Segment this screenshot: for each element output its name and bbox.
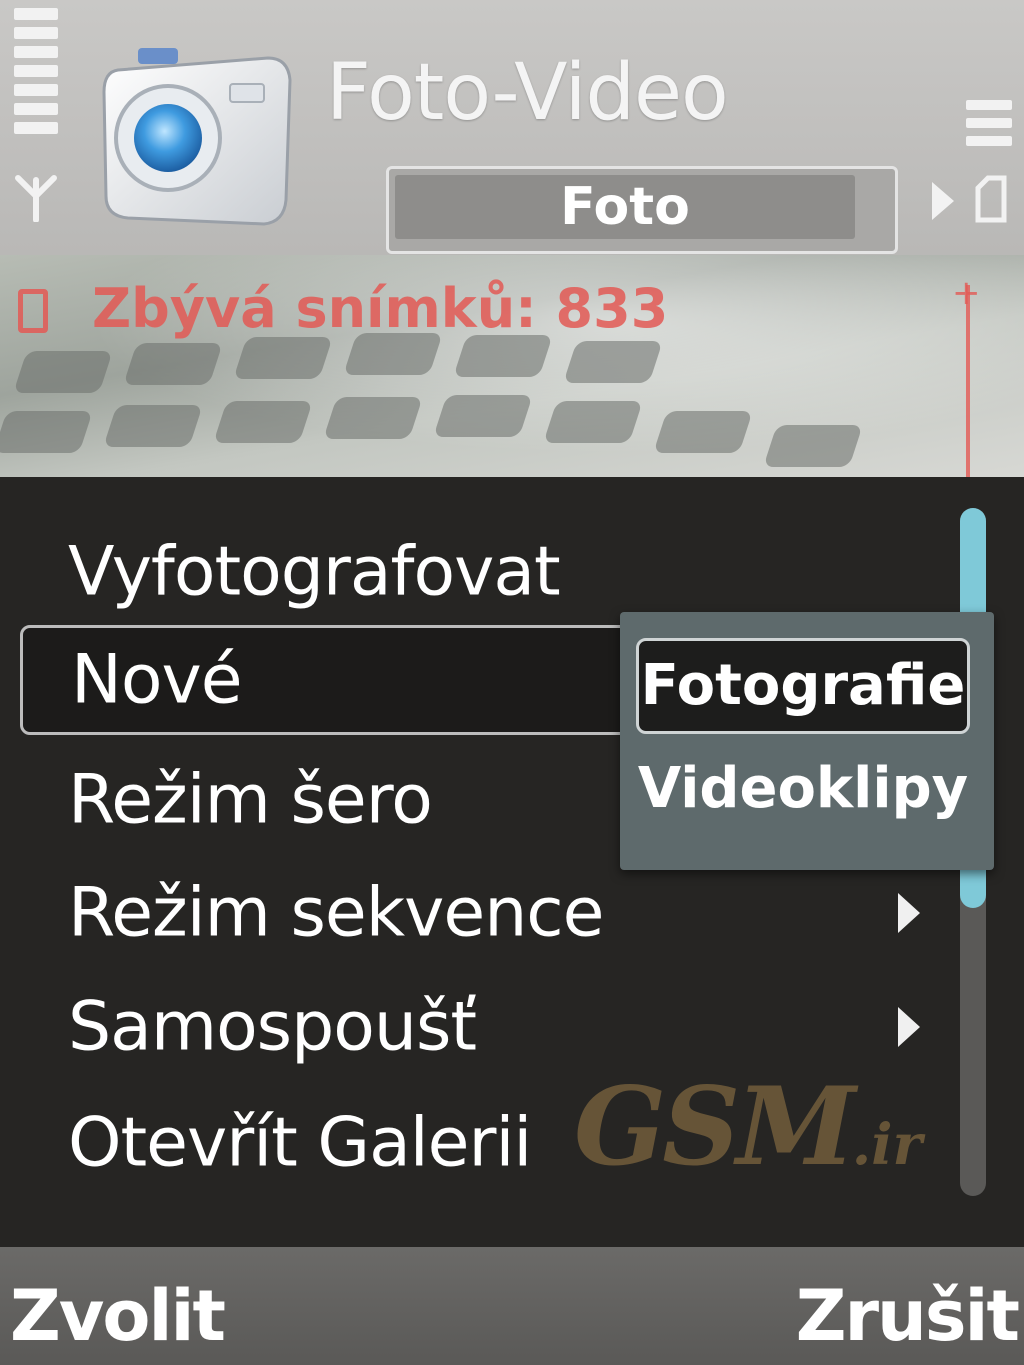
menu-item-label: Otevřít Galerii [68,1103,532,1183]
watermark-logo: GSM.ir [574,1064,922,1190]
left-softkey[interactable]: Zvolit [10,1275,226,1357]
menu-item-label: Nové [71,640,243,720]
tab-foto[interactable]: Foto [395,175,855,239]
tab-next-arrow-icon[interactable] [928,176,958,226]
status-header: Foto-Video Foto [0,0,1024,255]
camera-viewfinder[interactable]: Zbývá snímků: 833 + [0,255,1024,477]
menu-item-vyfotografovat[interactable]: Vyfotografovat [20,517,930,627]
submenu-item-videoklipy[interactable]: Videoklipy [636,744,970,840]
submenu-arrow-icon [898,893,920,933]
menu-item-label: Režim šero [68,760,433,840]
remaining-shots-indicator: Zbývá snímků: 833 [18,277,668,340]
zoom-indicator-icon [966,285,970,477]
camera-app-icon [102,48,292,226]
watermark-brand: GSM [574,1064,856,1190]
antenna-icon [15,175,57,222]
menu-item-rezim-sekvence[interactable]: Režim sekvence [20,858,930,968]
submenu-popup: Fotografie Videoklipy [620,612,994,870]
tab-bar[interactable]: Foto [386,166,898,254]
submenu-item-fotografie[interactable]: Fotografie [636,638,970,734]
battery-level-icon [966,100,1012,154]
watermark-suffix: .ir [851,1112,923,1178]
memory-card-icon [18,289,48,333]
signal-strength-icon [14,8,58,141]
submenu-arrow-icon [898,1007,920,1047]
app-title: Foto-Video [326,48,729,138]
remaining-shots-text: Zbývá snímků: 833 [92,277,669,340]
right-softkey[interactable]: Zrušit [796,1275,1020,1357]
memory-storage-icon [975,175,1007,223]
menu-item-label: Vyfotografovat [68,532,561,612]
menu-item-label: Samospoušť [68,987,477,1067]
softkey-bar: Zvolit Zrušit [0,1247,1024,1365]
menu-item-label: Režim sekvence [68,873,605,953]
